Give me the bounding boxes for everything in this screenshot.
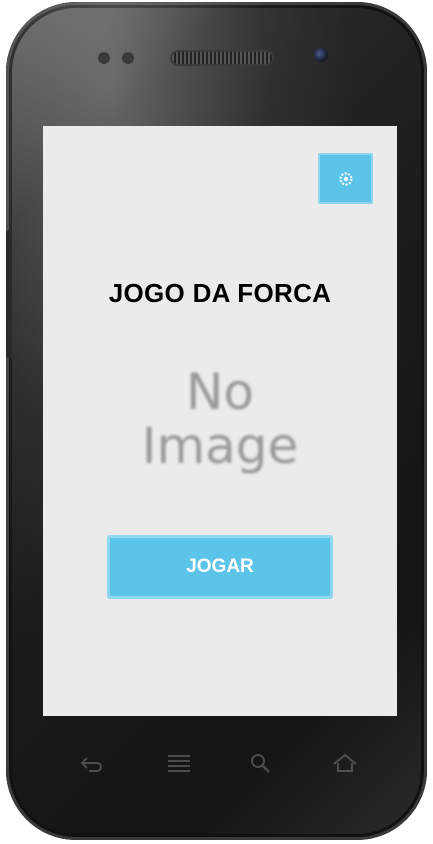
settings-button[interactable] bbox=[318, 153, 373, 204]
back-button[interactable] bbox=[77, 750, 107, 776]
menu-icon bbox=[168, 755, 190, 772]
app-screen: JOGO DA FORCA No Image JOGAR bbox=[43, 126, 397, 716]
search-button[interactable] bbox=[246, 750, 276, 776]
gear-icon bbox=[339, 172, 352, 185]
sensor-dots bbox=[98, 52, 142, 64]
image-placeholder-line2: Image bbox=[141, 417, 299, 475]
play-button[interactable]: JOGAR bbox=[107, 535, 333, 599]
search-icon bbox=[251, 754, 270, 773]
home-button[interactable] bbox=[330, 750, 360, 776]
home-icon bbox=[333, 753, 357, 772]
hangman-image: No Image bbox=[125, 354, 315, 484]
image-placeholder-line1: No bbox=[186, 363, 254, 421]
back-icon bbox=[80, 757, 102, 772]
page-title: JOGO DA FORCA bbox=[108, 278, 332, 308]
front-camera bbox=[314, 48, 328, 62]
menu-button[interactable] bbox=[164, 750, 194, 776]
volume-button bbox=[6, 230, 12, 358]
device-nav-bar bbox=[43, 740, 397, 788]
earpiece-speaker bbox=[172, 52, 272, 64]
